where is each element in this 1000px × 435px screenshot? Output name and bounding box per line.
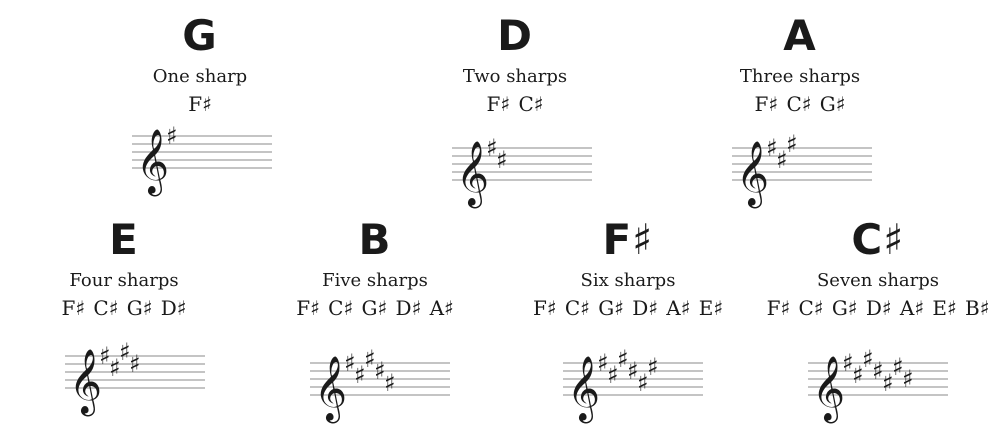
- treble-clef-icon: 𝄞: [812, 356, 845, 423]
- key-description: Three sharps: [739, 66, 861, 87]
- key-c-sharp: C♯ Seven sharps F♯ C♯ G♯ D♯ A♯ E♯ B♯: [758, 215, 998, 321]
- staff-svg: 𝄞♯♯: [452, 134, 592, 208]
- key-sharps-list: F♯ C♯ G♯ D♯ A♯ E♯: [532, 296, 724, 320]
- key-sharps-list: F♯ C♯ G♯ D♯ A♯ E♯ B♯: [766, 296, 990, 320]
- staff-c-sharp: 𝄞 ♯ ♯ ♯ ♯ ♯ ♯ ♯: [808, 345, 948, 435]
- treble-clef-icon: 𝄞: [314, 356, 347, 423]
- key-name: E: [109, 215, 139, 264]
- key-sharps-list: F♯ C♯ G♯ D♯ A♯: [296, 296, 454, 320]
- staff-svg: 𝄞♯: [132, 122, 272, 196]
- key-b: B Five sharps F♯ C♯ G♯ D♯ A♯: [255, 215, 495, 321]
- sharp-icon: ♯: [129, 350, 141, 378]
- key-description: Six sharps: [580, 270, 676, 291]
- key-name: D: [497, 11, 533, 60]
- treble-clef-icon: 𝄞: [736, 141, 769, 208]
- key-description: Five sharps: [322, 270, 428, 291]
- key-name: G: [182, 11, 218, 60]
- sharp-icon: ♯: [647, 353, 659, 381]
- sharp-icon: ♯: [166, 122, 178, 150]
- staff-svg: 𝄞♯♯♯♯♯: [310, 345, 450, 423]
- staff-svg: 𝄞♯♯♯: [732, 130, 872, 208]
- treble-clef-icon: 𝄞: [69, 349, 102, 416]
- key-sharps-list: F♯ C♯ G♯: [754, 92, 846, 116]
- staff-e: 𝄞 ♯ ♯ ♯ ♯: [65, 338, 205, 428]
- key-name: B: [358, 215, 392, 264]
- sharp-icon: ♯: [384, 369, 396, 397]
- sharp-icon: ♯: [496, 146, 508, 174]
- key-name: A: [783, 11, 817, 60]
- key-description: Two sharps: [462, 66, 568, 87]
- staff-d: 𝄞 ♯ ♯: [452, 130, 592, 220]
- key-f-sharp: F♯ Six sharps F♯ C♯ G♯ D♯ A♯ E♯: [508, 215, 748, 321]
- key-e: E Four sharps F♯ C♯ G♯ D♯: [4, 215, 244, 321]
- sharp-icon: ♯: [902, 365, 914, 393]
- key-sharps-list: F♯ C♯: [486, 92, 544, 116]
- staff-a: 𝄞 ♯ ♯ ♯: [732, 130, 872, 220]
- staff-svg: 𝄞♯♯♯♯: [65, 338, 205, 416]
- key-description: Four sharps: [69, 270, 179, 291]
- key-sharps-list: F♯ C♯ G♯ D♯: [61, 296, 187, 320]
- key-name: F♯: [602, 215, 654, 264]
- treble-clef-icon: 𝄞: [456, 141, 489, 208]
- staff-b: 𝄞 ♯ ♯ ♯ ♯ ♯: [310, 345, 450, 435]
- key-a: A Three sharps F♯ C♯ G♯: [680, 11, 920, 117]
- key-description: Seven sharps: [816, 270, 940, 291]
- key-g: G One sharp F♯: [80, 11, 320, 117]
- key-name: C♯: [851, 215, 905, 264]
- staff-f-sharp: 𝄞 ♯ ♯ ♯ ♯ ♯ ♯: [563, 345, 703, 435]
- key-description: One sharp: [152, 66, 248, 87]
- treble-clef-icon: 𝄞: [567, 356, 600, 423]
- treble-clef-icon: 𝄞: [136, 129, 169, 196]
- staff-svg: 𝄞♯♯♯♯♯♯: [563, 345, 703, 423]
- sharp-icon: ♯: [786, 130, 798, 158]
- staff-svg: 𝄞♯♯♯♯♯♯♯: [808, 345, 948, 423]
- key-sharps-list: F♯: [188, 92, 212, 116]
- key-d: D Two sharps F♯ C♯: [395, 11, 635, 117]
- staff-g: 𝄞 ♯: [132, 118, 272, 208]
